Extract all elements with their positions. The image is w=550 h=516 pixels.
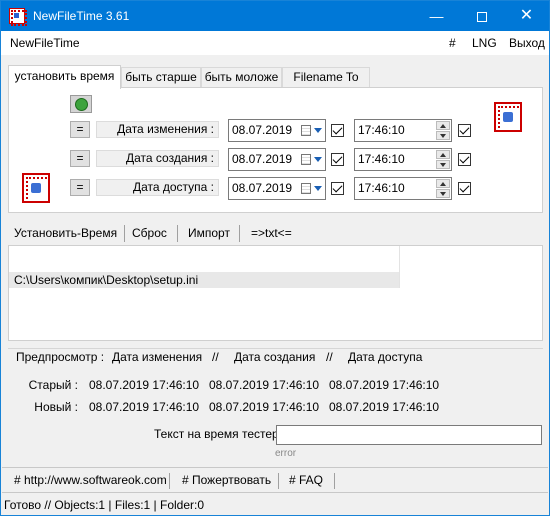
tab-panel-set-time: = Дата изменения : 08.07.2019 17:46:10 =…: [8, 87, 543, 213]
menu-language[interactable]: LNG: [472, 36, 497, 50]
set-time-button[interactable]: Установить-Время: [8, 223, 123, 243]
app-logo-icon-left: [22, 173, 50, 203]
modified-time-checkbox[interactable]: [458, 124, 471, 137]
old-accessed-value: 08.07.2019 17:46:10: [329, 378, 440, 392]
created-time-checkbox[interactable]: [458, 153, 471, 166]
old-row-label: Старый :: [28, 378, 78, 392]
old-modified-value: 08.07.2019 17:46:10: [89, 378, 200, 392]
modified-date-value: 08.07.2019: [232, 123, 293, 137]
created-time-value: 17:46:10: [358, 152, 405, 166]
menu-hash[interactable]: #: [449, 36, 456, 50]
calendar-icon: [301, 125, 311, 136]
toolbar-separator: [239, 225, 240, 242]
new-modified-value: 08.07.2019 17:46:10: [89, 400, 200, 414]
chevron-down-icon: [314, 157, 322, 162]
close-button[interactable]: ✕: [504, 1, 549, 31]
preview-sep: //: [324, 350, 335, 364]
refresh-icon[interactable]: [70, 95, 92, 113]
window-title: NewFileTime 3.61: [33, 9, 130, 23]
file-list[interactable]: C:\Users\компик\Desktop\setup.ini: [8, 245, 543, 341]
maximize-icon: [476, 12, 487, 23]
label-accessed: Дата доступа :: [96, 179, 219, 196]
created-date-value: 08.07.2019: [232, 152, 293, 166]
preview-sep: //: [210, 350, 221, 364]
tester-error: error: [275, 448, 297, 459]
preview-label: Предпросмотр :: [14, 350, 107, 364]
export-txt-button[interactable]: =>txt<=: [245, 223, 298, 243]
import-button[interactable]: Импорт: [182, 223, 236, 243]
accessed-date-checkbox[interactable]: [331, 182, 344, 195]
action-toolbar: Установить-Время Сброс Импорт =>txt<=: [8, 223, 543, 245]
app-logo-icon-right: [494, 102, 522, 132]
copy-created-button[interactable]: =: [70, 150, 90, 167]
link-separator: [334, 473, 335, 489]
new-accessed-value: 08.07.2019 17:46:10: [329, 400, 440, 414]
toolbar-separator: [124, 225, 125, 242]
menu-bar: NewFileTime # LNG Выход: [1, 31, 549, 55]
accessed-time-picker[interactable]: 17:46:10: [354, 177, 452, 200]
accessed-date-picker[interactable]: 08.07.2019: [228, 177, 326, 200]
toolbar-separator: [177, 225, 178, 242]
copy-accessed-button[interactable]: =: [70, 179, 90, 196]
preview-section: Предпросмотр : Дата изменения // Дата со…: [8, 348, 543, 416]
list-column-divider: [399, 246, 400, 288]
chevron-down-icon: [314, 186, 322, 191]
calendar-icon: [301, 183, 311, 194]
maximize-button[interactable]: [459, 1, 504, 31]
app-icon: [9, 8, 27, 26]
faq-link[interactable]: # FAQ: [289, 473, 323, 487]
new-row-label: Новый :: [34, 400, 78, 414]
menu-exit[interactable]: Выход: [509, 36, 545, 50]
chevron-down-icon: [314, 128, 322, 133]
menu-newfiletime[interactable]: NewFileTime: [10, 36, 80, 50]
tester-input[interactable]: [276, 425, 542, 445]
time-spinner[interactable]: [436, 121, 450, 140]
label-created: Дата создания :: [96, 150, 219, 167]
modified-time-value: 17:46:10: [358, 123, 405, 137]
website-link[interactable]: # http://www.softwareok.com: [14, 473, 167, 487]
tab-set-time[interactable]: установить время: [8, 65, 121, 89]
accessed-time-value: 17:46:10: [358, 181, 405, 195]
created-date-checkbox[interactable]: [331, 153, 344, 166]
tab-older[interactable]: быть старше: [121, 67, 201, 87]
created-time-picker[interactable]: 17:46:10: [354, 148, 452, 171]
preview-col-modified: Дата изменения: [110, 350, 205, 364]
new-created-value: 08.07.2019 17:46:10: [209, 400, 320, 414]
time-spinner[interactable]: [436, 179, 450, 198]
tab-control: установить время быть старше быть моложе…: [8, 65, 543, 213]
preview-col-accessed: Дата доступа: [346, 350, 425, 364]
modified-date-checkbox[interactable]: [331, 124, 344, 137]
created-date-picker[interactable]: 08.07.2019: [228, 148, 326, 171]
link-separator: [278, 473, 279, 489]
list-item[interactable]: C:\Users\компик\Desktop\setup.ini: [9, 272, 399, 288]
accessed-date-value: 08.07.2019: [232, 181, 293, 195]
old-created-value: 08.07.2019 17:46:10: [209, 378, 320, 392]
tab-filename-to-time[interactable]: Filename To Time: [282, 67, 370, 102]
donate-link[interactable]: # Пожертвовать: [182, 473, 271, 487]
minimize-button[interactable]: —: [414, 1, 459, 31]
status-bar: Готово // Objects:1 | Files:1 | Folder:0: [4, 498, 205, 512]
label-modified: Дата изменения :: [96, 121, 219, 138]
preview-col-created: Дата создания: [232, 350, 318, 364]
calendar-icon: [301, 154, 311, 165]
tab-younger[interactable]: быть моложе: [201, 67, 282, 87]
link-bar: # http://www.softwareok.com # Пожертвова…: [2, 467, 548, 493]
title-bar[interactable]: NewFileTime 3.61 — ✕: [1, 1, 549, 31]
accessed-time-checkbox[interactable]: [458, 182, 471, 195]
copy-modified-button[interactable]: =: [70, 121, 90, 138]
app-window: NewFileTime 3.61 — ✕ NewFileTime # LNG В…: [0, 0, 550, 516]
link-separator: [169, 473, 170, 489]
tester-label: Текст на время тестер: [154, 427, 279, 441]
modified-time-picker[interactable]: 17:46:10: [354, 119, 452, 142]
time-spinner[interactable]: [436, 150, 450, 169]
reset-button[interactable]: Сброс: [126, 223, 173, 243]
modified-date-picker[interactable]: 08.07.2019: [228, 119, 326, 142]
